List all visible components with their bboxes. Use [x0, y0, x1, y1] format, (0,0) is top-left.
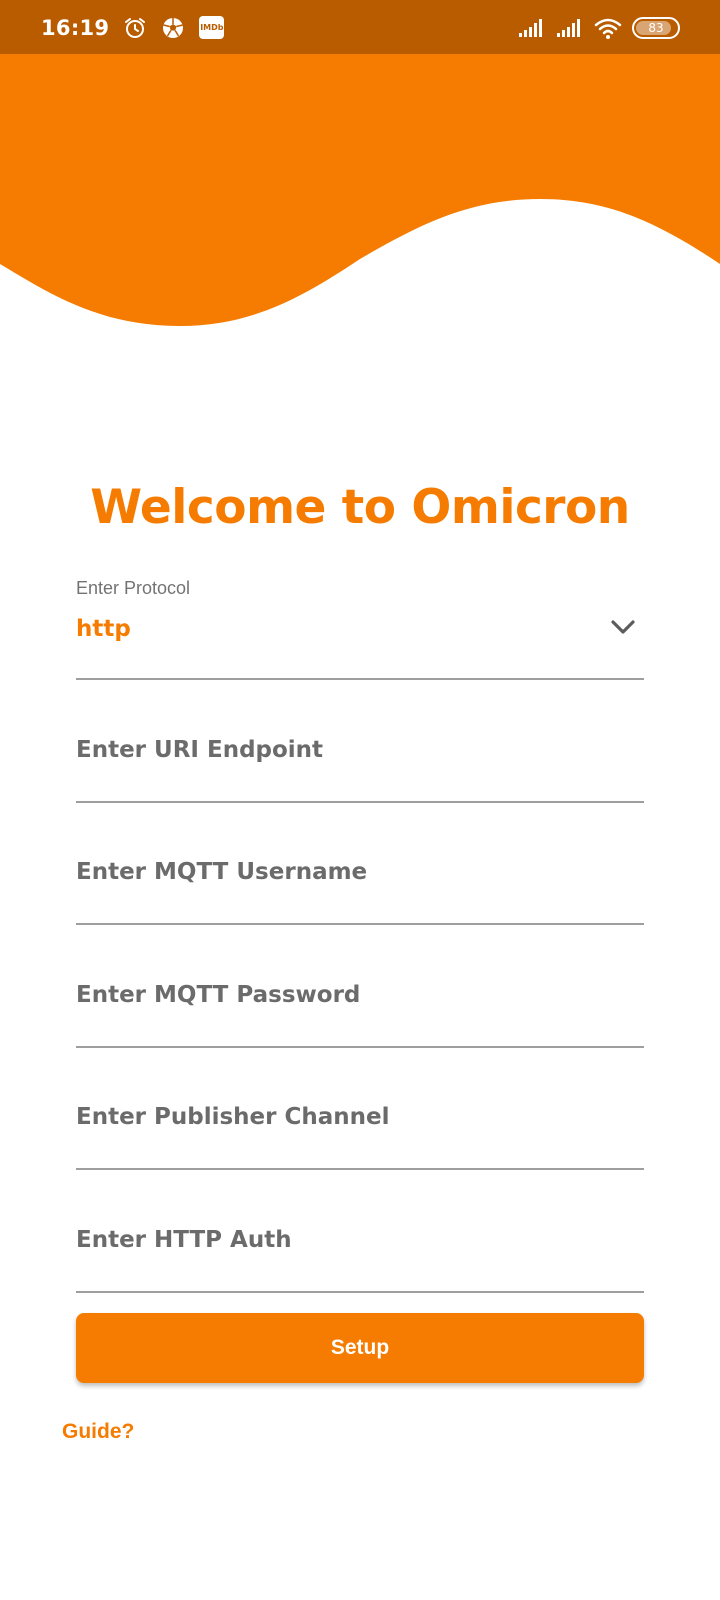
- mqtt-username-placeholder: Enter MQTT Username: [76, 859, 368, 885]
- guide-link[interactable]: Guide?: [62, 1420, 134, 1444]
- header-wave: [0, 54, 720, 326]
- imdb-icon: IMDb: [199, 16, 225, 39]
- uri-endpoint-placeholder: Enter URI Endpoint: [76, 737, 324, 763]
- protocol-label: Enter Protocol: [76, 578, 191, 598]
- status-right: 83: [518, 16, 680, 39]
- status-left: 16:19 IMDb: [41, 15, 225, 40]
- signal-icon: [556, 18, 584, 38]
- mqtt-username-input[interactable]: Enter MQTT Username: [76, 822, 644, 925]
- soccer-ball-icon: [161, 16, 185, 40]
- alarm-icon: [123, 16, 147, 40]
- battery-icon: 83: [632, 16, 680, 39]
- welcome-title: Welcome to Omicron: [90, 480, 630, 535]
- chevron-down-icon[interactable]: [610, 618, 636, 641]
- http-auth-placeholder: Enter HTTP Auth: [76, 1227, 292, 1253]
- http-auth-input[interactable]: Enter HTTP Auth: [76, 1190, 644, 1293]
- mqtt-password-placeholder: Enter MQTT Password: [76, 982, 361, 1008]
- protocol-dropdown[interactable]: Enter Protocol http: [76, 578, 644, 680]
- status-bar: 16:19 IMDb 83: [0, 0, 720, 55]
- protocol-selected-value: http: [76, 616, 131, 642]
- publisher-channel-input[interactable]: Enter Publisher Channel: [76, 1067, 644, 1170]
- wifi-icon: [594, 17, 622, 39]
- status-time: 16:19: [41, 15, 110, 40]
- signal-icon: [518, 18, 546, 38]
- publisher-channel-placeholder: Enter Publisher Channel: [76, 1104, 390, 1130]
- uri-endpoint-input[interactable]: Enter URI Endpoint: [76, 700, 644, 803]
- mqtt-password-input[interactable]: Enter MQTT Password: [76, 945, 644, 1048]
- setup-button[interactable]: Setup: [76, 1313, 644, 1383]
- battery-level: 83: [648, 20, 664, 35]
